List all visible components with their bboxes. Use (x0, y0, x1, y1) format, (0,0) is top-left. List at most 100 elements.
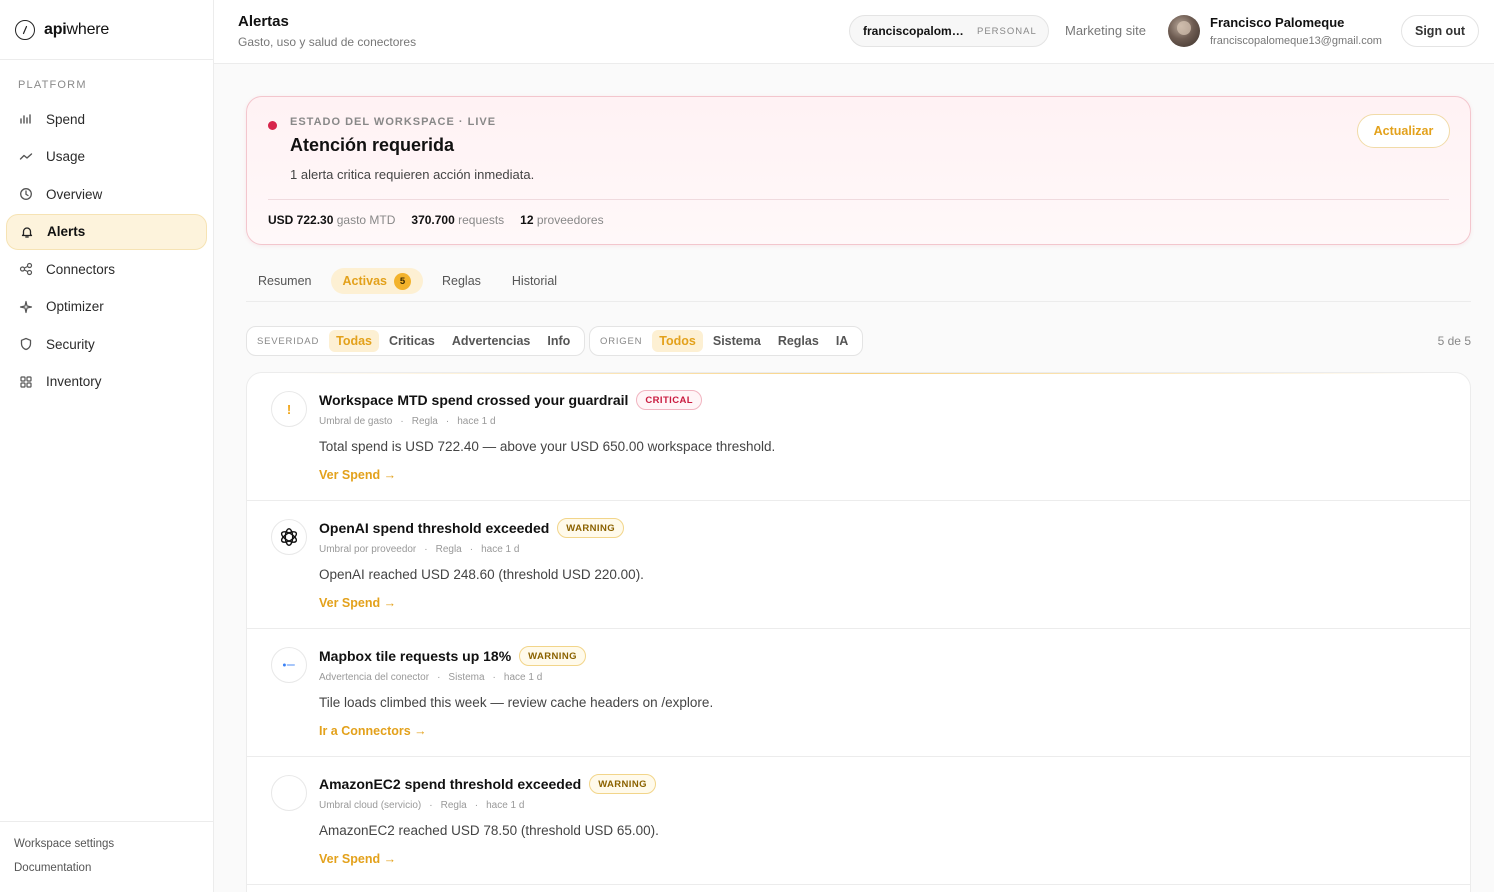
platform-section-label: PLATFORM (18, 79, 87, 91)
severity-chip-advertencias[interactable]: Advertencias (445, 330, 538, 352)
shield-icon (18, 336, 34, 352)
marketing-site-link[interactable]: Marketing site (1065, 23, 1146, 38)
alert-description: Total spend is USD 722.40 — above your U… (319, 439, 776, 454)
alert-meta: Umbral de gasto · Regla · hace 1 d (319, 416, 496, 427)
page-subtitle: Gasto, uso y salud de conectores (238, 35, 417, 49)
sidebar-item-usage[interactable]: Usage (6, 139, 207, 175)
stat-requests: 370.700 requests (411, 213, 505, 227)
severity-chip-info[interactable]: Info (540, 330, 577, 352)
severity-badge: CRITICAL (636, 390, 702, 410)
clock-icon (18, 186, 34, 202)
alert-tabs: Resumen Activas 5 Reglas Historial (246, 268, 1471, 302)
trend-line-icon (18, 149, 34, 165)
workspace-settings-link[interactable]: Workspace settings (14, 838, 200, 850)
alerts-list: ! Workspace MTD spend crossed your guard… (246, 372, 1471, 892)
sidebar-item-spend[interactable]: Spend (6, 101, 207, 137)
banner-description: 1 alerta critica requieren acción inmedi… (290, 167, 535, 182)
tab-resumen[interactable]: Resumen (246, 268, 324, 294)
banner-title: Atención requerida (290, 135, 455, 155)
alert-title: Mapbox tile requests up 18% (319, 648, 512, 664)
list-item: OpenAI spend threshold exceeded WARNING … (247, 501, 1470, 629)
sidebar-item-label: Security (46, 336, 95, 352)
severity-chip-todas[interactable]: Todas (329, 330, 379, 352)
sidebar-footer: Workspace settings Documentation (0, 821, 214, 892)
alert-description: AmazonEC2 reached USD 78.50 (threshold U… (319, 823, 659, 838)
severity-badge: WARNING (519, 646, 586, 666)
sidebar-item-label: Usage (46, 149, 86, 164)
severity-badge: WARNING (589, 774, 656, 794)
list-item: ! Workspace MTD spend crossed your guard… (247, 373, 1470, 501)
sidebar-item-label: Alerts (47, 224, 86, 239)
brand-name: apiwhere (44, 20, 110, 38)
bell-icon (19, 224, 35, 240)
alert-description: OpenAI reached USD 248.60 (threshold USD… (319, 567, 644, 582)
ver-spend-link[interactable]: Ver Spend → (319, 468, 396, 482)
sidebar-item-security[interactable]: Security (6, 326, 207, 362)
sidebar-item-label: Optimizer (46, 299, 104, 314)
alert-title: AmazonEC2 spend threshold exceeded (319, 776, 582, 792)
grid-icon (18, 374, 34, 390)
sidebar-item-optimizer[interactable]: Optimizer (6, 289, 207, 325)
sidebar-item-label: Spend (46, 111, 86, 127)
ir-a-connectors-link[interactable]: Ir a Connectors → (319, 724, 427, 738)
alert-meta: Advertencia del conector · Sistema · hace 1 … (319, 672, 543, 683)
results-count: 5 de 5 (1437, 334, 1471, 348)
brand[interactable]: apiwhere (0, 0, 213, 60)
origin-chip-reglas[interactable]: Reglas (771, 330, 826, 352)
avatar[interactable] (1168, 15, 1200, 47)
workspace-tag: PERSONAL (977, 25, 1037, 37)
openai-logo-icon (271, 519, 307, 555)
list-item: AmazonEC2 spend threshold exceeded WARNI… (247, 757, 1470, 885)
origin-chip-todos[interactable]: Todos (652, 330, 703, 352)
alert-meta: Umbral cloud (servicio) · Regla · hace 1 d (319, 800, 525, 811)
banner-stats: USD 722.30 gasto MTD 370.700 requests 12… (268, 213, 604, 227)
live-status-dot (268, 121, 277, 130)
bar-chart-icon (18, 111, 34, 127)
sidebar: apiwhere PLATFORM Spend Usage Overview A… (0, 0, 214, 892)
ver-spend-link[interactable]: Ver Spend → (319, 596, 396, 610)
workspace-status-banner: ESTADO DEL WORKSPACE · LIVE Atención req… (246, 96, 1471, 245)
sidebar-item-label: Overview (46, 186, 103, 202)
alert-meta: Umbral por proveedor · Regla · hace 1 d (319, 544, 520, 555)
tab-historial[interactable]: Historial (500, 268, 569, 294)
origin-filter: ORIGEN Todos Sistema Reglas IA (589, 326, 864, 356)
severity-badge: WARNING (557, 518, 624, 538)
active-count-badge: 5 (393, 272, 411, 290)
sidebar-item-connectors[interactable]: Connectors (6, 251, 207, 287)
tab-activas[interactable]: Activas 5 (330, 268, 423, 294)
list-item: Mapbox tile requests up 18% WARNING Adve… (247, 629, 1470, 757)
connectors-icon (18, 261, 34, 277)
top-header: Alertas Gasto, uso y salud de conectores… (214, 0, 1494, 64)
banner-eyebrow: ESTADO DEL WORKSPACE · LIVE (290, 116, 497, 128)
stat-providers: 12 proveedores (520, 213, 604, 227)
severity-filter-label: SEVERIDAD (257, 335, 320, 347)
alert-title: Workspace MTD spend crossed your guardra… (319, 392, 629, 408)
ver-spend-link[interactable]: Ver Spend → (319, 852, 396, 866)
severity-filter: SEVERIDAD Todas Criticas Advertencias In… (246, 326, 586, 356)
sidebar-item-inventory[interactable]: Inventory (6, 364, 207, 400)
sign-out-button[interactable]: Sign out (1401, 15, 1479, 47)
workspace-name: franciscopalome... (863, 24, 968, 38)
refresh-button[interactable]: Actualizar (1357, 114, 1450, 148)
alert-description: Tile loads climbed this week — review ca… (319, 695, 714, 710)
sidebar-item-alerts[interactable]: Alerts (6, 213, 207, 250)
mapbox-logo-icon (271, 647, 307, 683)
tab-reglas[interactable]: Reglas (430, 268, 493, 294)
user-name: Francisco Palomeque (1210, 15, 1345, 30)
banner-divider (268, 199, 1449, 200)
origin-filter-label: ORIGEN (600, 335, 643, 347)
sidebar-item-overview[interactable]: Overview (6, 176, 207, 212)
sidebar-item-label: Connectors (46, 261, 116, 277)
origin-chip-ia[interactable]: IA (829, 330, 856, 352)
severity-chip-criticas[interactable]: Criticas (382, 330, 442, 352)
aws-logo-icon (271, 775, 307, 811)
stat-spend: USD 722.30 gasto MTD (268, 213, 396, 227)
workspace-switcher[interactable]: franciscopalome... PERSONAL (849, 15, 1049, 47)
documentation-link[interactable]: Documentation (14, 862, 200, 874)
user-email: franciscopalomeque13@gmail.com (1210, 35, 1382, 47)
sidebar-item-label: Inventory (46, 374, 102, 389)
compass-logo-icon (15, 19, 35, 40)
sparkle-icon (18, 299, 34, 315)
sidebar-nav: Spend Usage Overview Alerts Connectors O… (0, 101, 213, 400)
origin-chip-sistema[interactable]: Sistema (706, 330, 768, 352)
